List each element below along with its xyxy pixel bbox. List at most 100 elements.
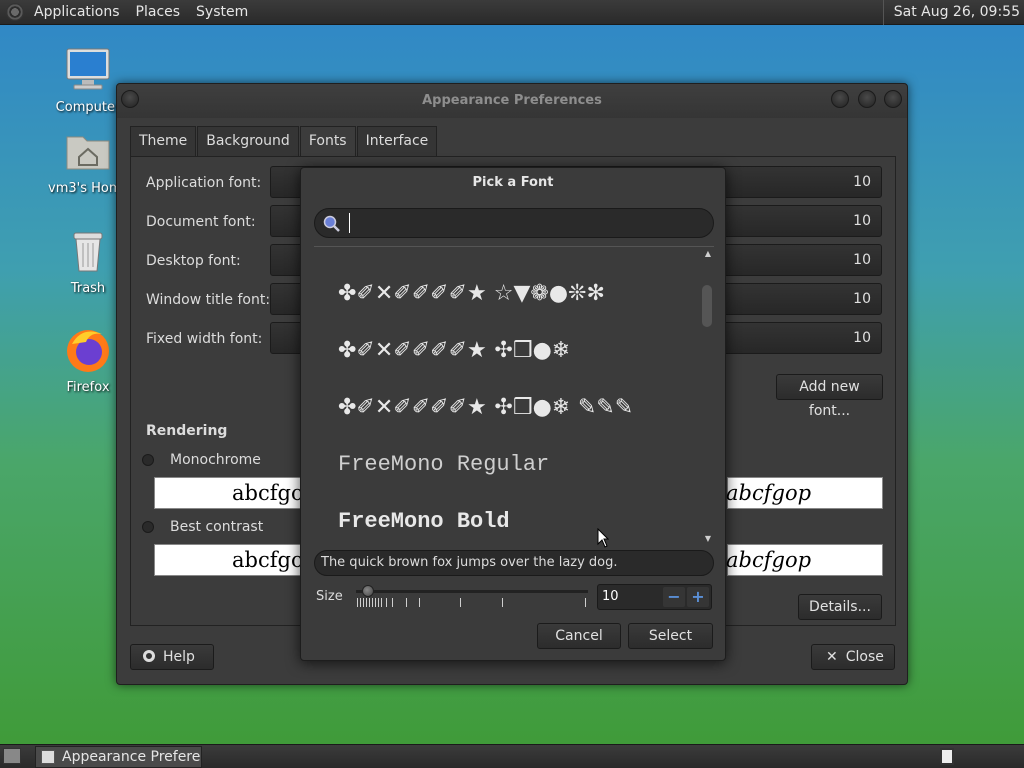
font-list[interactable]: ✤✐✕✐✐✐✐★ ☆▼❁●❊✻ ✤✐✕✐✐✐✐★ ✣❒●❄ ✤✐✕✐✐✐✐★ ✣… — [314, 246, 714, 544]
font-list-item[interactable]: FreeMono Bold — [338, 509, 510, 534]
tab-background[interactable]: Background — [197, 126, 299, 156]
slider-tick — [585, 598, 586, 607]
monochrome-radio[interactable] — [142, 454, 154, 466]
slider-tick — [406, 598, 407, 607]
rendering-heading: Rendering — [146, 423, 228, 439]
select-button[interactable]: Select — [628, 623, 713, 649]
help-icon — [143, 650, 155, 662]
top-panel: Applications Places System Sat Aug 26, 0… — [0, 0, 1024, 25]
clock[interactable]: Sat Aug 26, 09:55 — [882, 0, 1020, 25]
slider-tick — [392, 598, 393, 607]
taskbar-window-button[interactable]: Appearance Prefere... — [35, 746, 202, 768]
slider-tick — [369, 598, 370, 607]
application-font-label: Application font: — [146, 175, 262, 191]
pick-a-font-dialog: Pick a Font ✤✐✕✐✐✐✐★ ☆▼❁●❊✻ ✤✐✕✐✐✐✐★ ✣❒●… — [300, 167, 726, 661]
fixed-width-font-label: Fixed width font: — [146, 331, 263, 347]
slider-tick — [381, 598, 382, 607]
appearance-app-icon — [41, 750, 55, 764]
show-desktop-icon[interactable] — [3, 748, 21, 764]
workspace-switcher-icon[interactable] — [940, 748, 954, 765]
best-contrast-option[interactable]: Best contrast — [142, 519, 264, 535]
font-preview-entry[interactable]: The quick brown fox jumps over the lazy … — [314, 550, 714, 576]
monochrome-label: Monochrome — [170, 452, 261, 468]
best-contrast-preview-right: abcfgop — [726, 544, 883, 576]
dialog-title: Pick a Font — [472, 175, 554, 190]
font-list-item[interactable]: ✤✐✕✐✐✐✐★ ✣❒●❄ ✎✎✎ — [338, 395, 633, 420]
maximize-button[interactable] — [858, 90, 876, 108]
slider-tick — [366, 598, 367, 607]
scroll-down-arrow-icon[interactable]: ▼ — [705, 534, 711, 543]
font-search-input[interactable] — [349, 213, 699, 233]
home-folder-icon — [66, 136, 110, 170]
slider-tick — [378, 598, 379, 607]
add-new-font-button[interactable]: Add new font... — [776, 374, 883, 419]
menu-system[interactable]: System — [188, 0, 256, 25]
size-spin-button[interactable]: 10 − + — [597, 584, 712, 610]
slider-tick — [386, 598, 387, 607]
font-size-value: 10 — [853, 252, 871, 268]
slider-tick — [372, 598, 373, 607]
scroll-up-arrow-icon[interactable]: ▲ — [705, 249, 711, 258]
cancel-button[interactable]: Cancel — [537, 623, 621, 649]
tab-fonts[interactable]: Fonts — [299, 126, 356, 156]
window-title: Appearance Preferences — [422, 93, 602, 108]
monochrome-option[interactable]: Monochrome — [142, 452, 261, 468]
tab-theme[interactable]: Theme — [130, 126, 197, 156]
font-size-value: 10 — [853, 174, 871, 190]
size-slider[interactable] — [356, 582, 588, 612]
preview-text: abcfgop — [726, 481, 812, 505]
close-icon: ✕ — [826, 649, 838, 665]
decrease-size-icon[interactable]: − — [663, 587, 685, 607]
font-search-field[interactable] — [314, 208, 714, 238]
details-button[interactable]: Details... — [798, 594, 882, 620]
mouse-pointer-icon — [597, 528, 609, 548]
slider-tick — [419, 598, 420, 607]
best-contrast-radio[interactable] — [142, 521, 154, 533]
tab-bar: Theme Background Fonts Interface — [130, 126, 438, 156]
preview-text: abcfgop — [726, 548, 812, 572]
slider-tick — [363, 598, 364, 607]
font-size-value: 10 — [853, 330, 871, 346]
font-list-item[interactable]: ✤✐✕✐✐✐✐★ ✣❒●❄ — [338, 338, 570, 363]
distro-logo-icon[interactable] — [6, 3, 24, 21]
menu-applications[interactable]: Applications — [26, 0, 128, 25]
help-label: Help — [163, 649, 195, 665]
slider-tick — [460, 598, 461, 607]
taskbar-window-label: Appearance Prefere... — [62, 749, 202, 765]
font-size-value: 10 — [853, 213, 871, 229]
best-contrast-label: Best contrast — [170, 519, 264, 535]
bottom-panel: Appearance Prefere... — [0, 744, 1024, 768]
window-title-font-label: Window title font: — [146, 292, 271, 308]
minimize-button[interactable] — [831, 90, 849, 108]
computer-icon — [66, 48, 110, 90]
monochrome-preview-right: abcfgop — [726, 477, 883, 509]
slider-tick — [502, 598, 503, 607]
monochrome-preview: abcfgop — [154, 477, 317, 509]
firefox-icon — [67, 330, 109, 372]
scrollbar-thumb[interactable] — [702, 285, 712, 327]
trash-icon — [73, 232, 103, 272]
desktop-font-label: Desktop font: — [146, 253, 241, 269]
font-list-scrollbar[interactable]: ▲ ▼ — [700, 247, 714, 544]
document-font-label: Document font: — [146, 214, 256, 230]
close-label: Close — [845, 649, 884, 665]
size-value[interactable]: 10 — [602, 589, 619, 604]
slider-tick — [357, 598, 358, 607]
size-label: Size — [316, 589, 343, 604]
slider-knob[interactable] — [362, 585, 374, 597]
menu-places[interactable]: Places — [128, 0, 189, 25]
best-contrast-preview: abcfgop — [154, 544, 317, 576]
help-button[interactable]: Help — [130, 644, 214, 670]
slider-track[interactable] — [356, 590, 588, 593]
increase-size-icon[interactable]: + — [687, 587, 709, 607]
font-list-item[interactable]: FreeMono Regular — [338, 452, 549, 477]
tab-interface[interactable]: Interface — [356, 126, 438, 156]
slider-tick — [360, 598, 361, 607]
close-window-button[interactable] — [884, 90, 902, 108]
search-icon — [323, 215, 340, 232]
titlebar[interactable]: Appearance Preferences — [117, 84, 907, 118]
slider-tick — [375, 598, 376, 607]
font-size-value: 10 — [853, 291, 871, 307]
font-list-item[interactable]: ✤✐✕✐✐✐✐★ ☆▼❁●❊✻ — [338, 281, 605, 306]
close-button[interactable]: ✕ Close — [811, 644, 895, 670]
